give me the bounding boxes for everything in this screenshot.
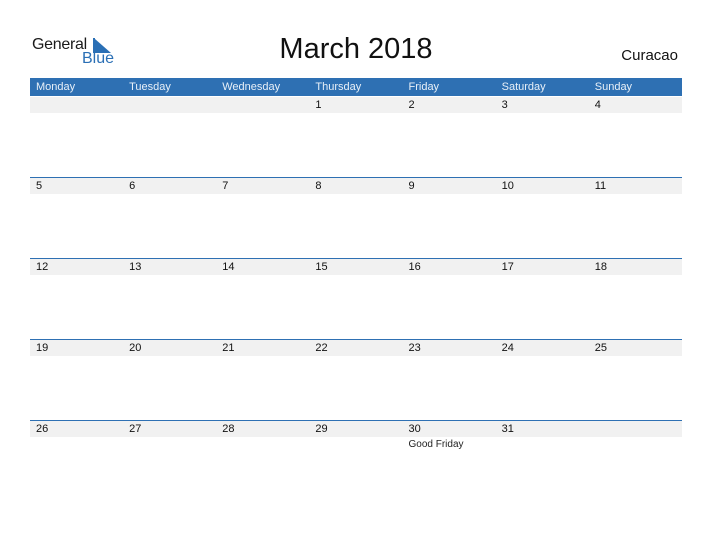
day-cell: 17	[496, 258, 589, 318]
day-cell: 12	[30, 258, 123, 318]
day-number: 26	[36, 423, 49, 435]
weekday-monday: Monday	[36, 81, 76, 93]
day-cell: 19	[30, 339, 123, 399]
day-cell	[123, 96, 216, 156]
day-cell: 15	[309, 258, 402, 318]
weekday-header: Monday Tuesday Wednesday Thursday Friday…	[30, 78, 682, 96]
country-label: Curacao	[621, 47, 678, 64]
day-cell: 9	[403, 177, 496, 237]
day-cell: 6	[123, 177, 216, 237]
day-number: 18	[594, 261, 607, 273]
week-row: 1 2 3 4	[30, 96, 682, 177]
day-cell: 11	[589, 177, 682, 237]
day-number: 14	[222, 261, 235, 273]
weekday-saturday: Saturday	[501, 81, 546, 93]
weekday-sunday: Sunday	[594, 81, 633, 93]
day-number: 23	[408, 342, 421, 354]
day-number: 3	[501, 99, 508, 111]
day-number: 9	[408, 180, 415, 192]
day-number: 27	[129, 423, 142, 435]
day-number: 15	[315, 261, 328, 273]
day-cell: 1	[309, 96, 402, 156]
day-cell	[216, 96, 309, 156]
day-cell: 18	[589, 258, 682, 318]
day-cell: 25	[589, 339, 682, 399]
day-number: 30	[408, 423, 421, 435]
day-number: 16	[408, 261, 421, 273]
day-cell: 7	[216, 177, 309, 237]
day-cell: 23	[403, 339, 496, 399]
day-cell: 3	[496, 96, 589, 156]
day-cell: 16	[403, 258, 496, 318]
day-cell: 27	[123, 420, 216, 480]
day-number: 8	[315, 180, 322, 192]
day-cell: 8	[309, 177, 402, 237]
day-number: 12	[36, 261, 49, 273]
day-cell: 10	[496, 177, 589, 237]
day-cell	[589, 420, 682, 480]
day-cell: 2	[403, 96, 496, 156]
weekday-tuesday: Tuesday	[129, 81, 171, 93]
weekday-thursday: Thursday	[315, 81, 362, 93]
day-number: 20	[129, 342, 142, 354]
day-cell: 14	[216, 258, 309, 318]
day-cell: 21	[216, 339, 309, 399]
day-number: 1	[315, 99, 322, 111]
day-number: 24	[501, 342, 514, 354]
day-number: 2	[408, 99, 415, 111]
day-number: 22	[315, 342, 328, 354]
week-row: 5 6 7 8 9 10 11	[30, 177, 682, 258]
day-cell: 24	[496, 339, 589, 399]
day-cell: 29	[309, 420, 402, 480]
day-cell	[30, 96, 123, 156]
day-number: 19	[36, 342, 49, 354]
day-cell: 5	[30, 177, 123, 237]
weekday-friday: Friday	[408, 81, 440, 93]
week-row: 26 27 28 29 30 Good Friday 31	[30, 420, 682, 501]
day-cell: 31	[496, 420, 589, 480]
week-row: 12 13 14 15 16 17 18	[30, 258, 682, 339]
day-number: 11	[594, 180, 607, 192]
day-number: 25	[594, 342, 607, 354]
week-row: 19 20 21 22 23 24 25	[30, 339, 682, 420]
day-number: 7	[222, 180, 229, 192]
day-cell: 28	[216, 420, 309, 480]
calendar-title: March 2018	[279, 33, 433, 65]
day-number: 29	[315, 423, 328, 435]
day-number: 13	[129, 261, 142, 273]
day-number: 10	[501, 180, 514, 192]
day-number: 21	[222, 342, 235, 354]
day-cell: 13	[123, 258, 216, 318]
day-number: 28	[222, 423, 235, 435]
day-cell: 30 Good Friday	[403, 420, 496, 480]
day-number: 17	[501, 261, 514, 273]
holiday-event: Good Friday	[408, 439, 464, 450]
day-cell: 22	[309, 339, 402, 399]
day-number: 5	[36, 180, 43, 192]
weekday-wednesday: Wednesday	[222, 81, 281, 93]
day-number: 4	[594, 99, 601, 111]
day-number: 31	[501, 423, 514, 435]
day-number: 6	[129, 180, 136, 192]
day-cell: 26	[30, 420, 123, 480]
day-cell: 20	[123, 339, 216, 399]
day-cell: 4	[589, 96, 682, 156]
